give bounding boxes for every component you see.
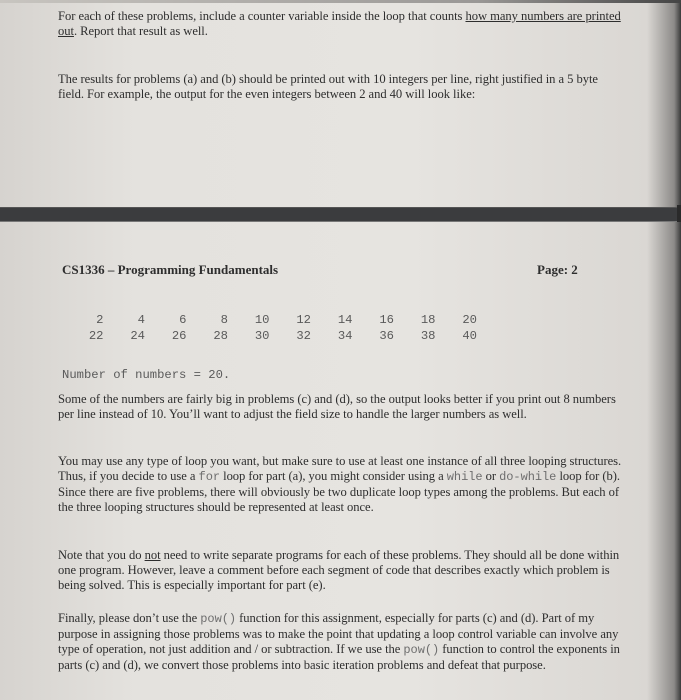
output-value: 40 bbox=[462, 329, 477, 343]
page-number: Page: 2 bbox=[537, 262, 578, 277]
output-value: 6 bbox=[179, 313, 187, 327]
code-function: pow() bbox=[403, 643, 440, 657]
page-separator bbox=[0, 207, 681, 222]
paragraph-big-numbers: Some of the numbers are fairly big in pr… bbox=[58, 392, 616, 421]
output-value: 24 bbox=[130, 329, 145, 343]
paragraph-text: For each of these problems, include a co… bbox=[58, 9, 466, 23]
output-value: 30 bbox=[254, 329, 270, 343]
output-value: 32 bbox=[296, 329, 311, 343]
output-value: 18 bbox=[420, 313, 436, 327]
output-value: 20 bbox=[462, 313, 477, 327]
output-value: 34 bbox=[337, 329, 353, 343]
output-row: 2 4 6 8 10 12 14 16 18 20 bbox=[62, 312, 477, 328]
code-keyword: while bbox=[446, 470, 483, 484]
page-separator-edge bbox=[677, 205, 681, 222]
output-value: 10 bbox=[254, 313, 270, 327]
output-value: 26 bbox=[171, 329, 187, 343]
code-function: pow() bbox=[200, 612, 237, 626]
paragraph-one-program: Note that you do not need to write separ… bbox=[58, 548, 623, 593]
output-value: 28 bbox=[213, 329, 228, 343]
output-row: 22 24 26 28 30 32 34 36 38 40 bbox=[62, 328, 477, 344]
underlined-text: not bbox=[144, 548, 161, 562]
output-value: 8 bbox=[220, 313, 228, 327]
code-keyword: do-while bbox=[499, 470, 557, 484]
output-value: 16 bbox=[379, 313, 394, 327]
output-value: 22 bbox=[88, 329, 104, 343]
paragraph-loop-types: You may use any type of loop you want, b… bbox=[58, 454, 623, 515]
paragraph-counter-variable: For each of these problems, include a co… bbox=[58, 9, 623, 39]
output-value: 12 bbox=[296, 313, 311, 327]
output-count-line: Number of numbers = 20. bbox=[62, 368, 231, 382]
paragraph-text: Note that you do bbox=[58, 548, 145, 562]
course-title: CS1336 – Programming Fundamentals bbox=[62, 262, 279, 277]
output-value: 4 bbox=[137, 313, 145, 327]
paragraph-no-pow: Finally, please don’t use the pow() func… bbox=[58, 611, 623, 673]
output-value: 38 bbox=[420, 329, 436, 343]
paragraph-output-format: The results for problems (a) and (b) sho… bbox=[58, 72, 598, 101]
output-value: 36 bbox=[379, 329, 394, 343]
page-top-edge bbox=[0, 0, 681, 3]
output-value: 2 bbox=[96, 313, 104, 327]
code-keyword: for bbox=[198, 470, 221, 484]
paragraph-text: loop for part (a), you might consider us… bbox=[220, 469, 447, 483]
paragraph-text: . Report that result as well. bbox=[73, 24, 208, 38]
sample-output: 2 4 6 8 10 12 14 16 18 20 22 24 26 28 30… bbox=[62, 312, 477, 383]
output-value: 14 bbox=[337, 313, 353, 327]
paragraph-text: Finally, please don’t use the bbox=[58, 611, 201, 625]
paragraph-text: or bbox=[482, 469, 500, 483]
